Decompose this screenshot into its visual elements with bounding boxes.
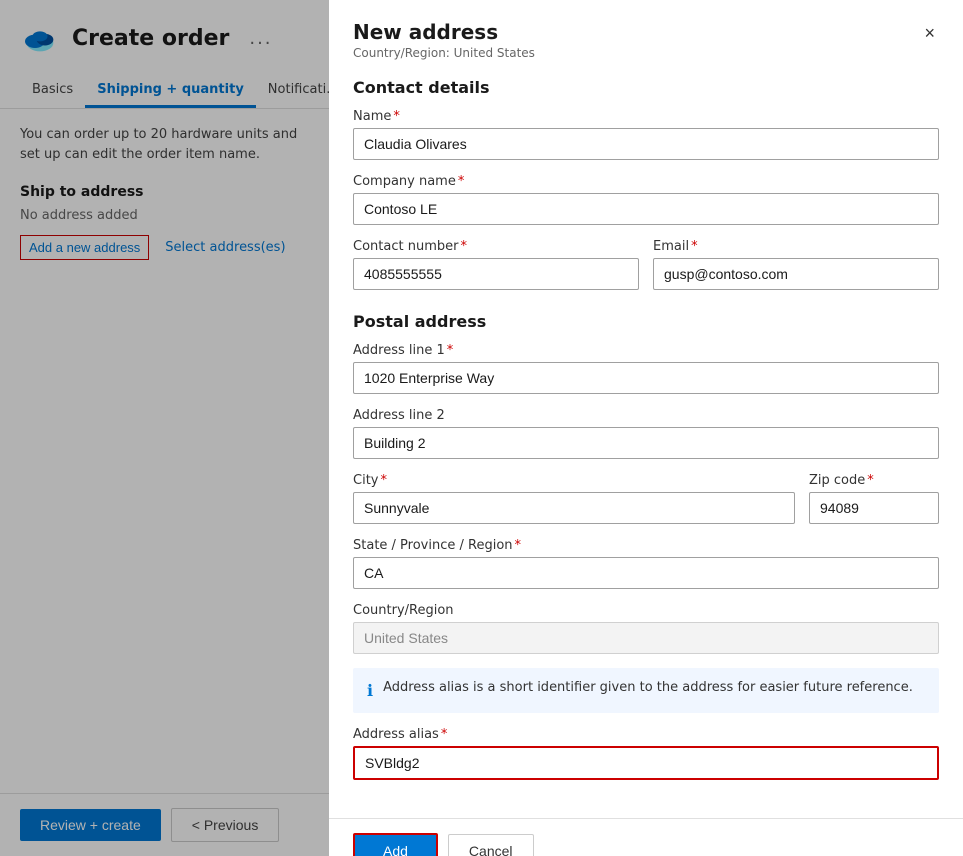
country-label: Country/Region bbox=[353, 603, 939, 618]
email-label: Email* bbox=[653, 239, 939, 254]
alias-info-text: Address alias is a short identifier give… bbox=[383, 678, 913, 698]
company-field-group: Company name* bbox=[353, 174, 939, 225]
state-field-group: State / Province / Region* bbox=[353, 538, 939, 589]
dialog-body: Contact details Name* Company name* Cont… bbox=[329, 70, 963, 818]
country-input bbox=[353, 622, 939, 654]
name-label: Name* bbox=[353, 109, 939, 124]
zip-label: Zip code* bbox=[809, 473, 939, 488]
zip-field-group: Zip code* bbox=[809, 473, 939, 524]
add-button[interactable]: Add bbox=[353, 833, 438, 856]
dialog-footer: Add Cancel bbox=[329, 818, 963, 856]
alias-info-box: ℹ Address alias is a short identifier gi… bbox=[353, 668, 939, 713]
zip-input[interactable] bbox=[809, 492, 939, 524]
name-field-group: Name* bbox=[353, 109, 939, 160]
contact-field-group: Contact number* bbox=[353, 239, 639, 290]
name-input[interactable] bbox=[353, 128, 939, 160]
close-dialog-button[interactable]: × bbox=[920, 20, 939, 46]
contact-email-row: Contact number* Email* bbox=[353, 239, 939, 304]
contact-input[interactable] bbox=[353, 258, 639, 290]
alias-field-group: Address alias* bbox=[353, 727, 939, 780]
city-field-group: City* bbox=[353, 473, 795, 524]
contact-label: Contact number* bbox=[353, 239, 639, 254]
contact-section-heading: Contact details bbox=[353, 78, 939, 97]
company-label: Company name* bbox=[353, 174, 939, 189]
dialog-title-group: New address Country/Region: United State… bbox=[353, 20, 535, 60]
address2-field-group: Address line 2 bbox=[353, 408, 939, 459]
country-field-group: Country/Region bbox=[353, 603, 939, 654]
state-label: State / Province / Region* bbox=[353, 538, 939, 553]
company-input[interactable] bbox=[353, 193, 939, 225]
address2-label: Address line 2 bbox=[353, 408, 939, 423]
alias-input[interactable] bbox=[353, 746, 939, 780]
dialog-subtitle: Country/Region: United States bbox=[353, 46, 535, 60]
city-input[interactable] bbox=[353, 492, 795, 524]
email-input[interactable] bbox=[653, 258, 939, 290]
address2-input[interactable] bbox=[353, 427, 939, 459]
address1-field-group: Address line 1* bbox=[353, 343, 939, 394]
city-label: City* bbox=[353, 473, 795, 488]
dialog-header: New address Country/Region: United State… bbox=[329, 0, 963, 70]
state-input[interactable] bbox=[353, 557, 939, 589]
address1-label: Address line 1* bbox=[353, 343, 939, 358]
dialog-title: New address bbox=[353, 20, 535, 44]
cancel-button[interactable]: Cancel bbox=[448, 834, 534, 856]
email-field-group: Email* bbox=[653, 239, 939, 290]
city-zip-row: City* Zip code* bbox=[353, 473, 939, 538]
alias-label: Address alias* bbox=[353, 727, 939, 742]
new-address-dialog: New address Country/Region: United State… bbox=[329, 0, 963, 856]
postal-section-heading: Postal address bbox=[353, 312, 939, 331]
info-icon: ℹ bbox=[367, 679, 373, 703]
address1-input[interactable] bbox=[353, 362, 939, 394]
